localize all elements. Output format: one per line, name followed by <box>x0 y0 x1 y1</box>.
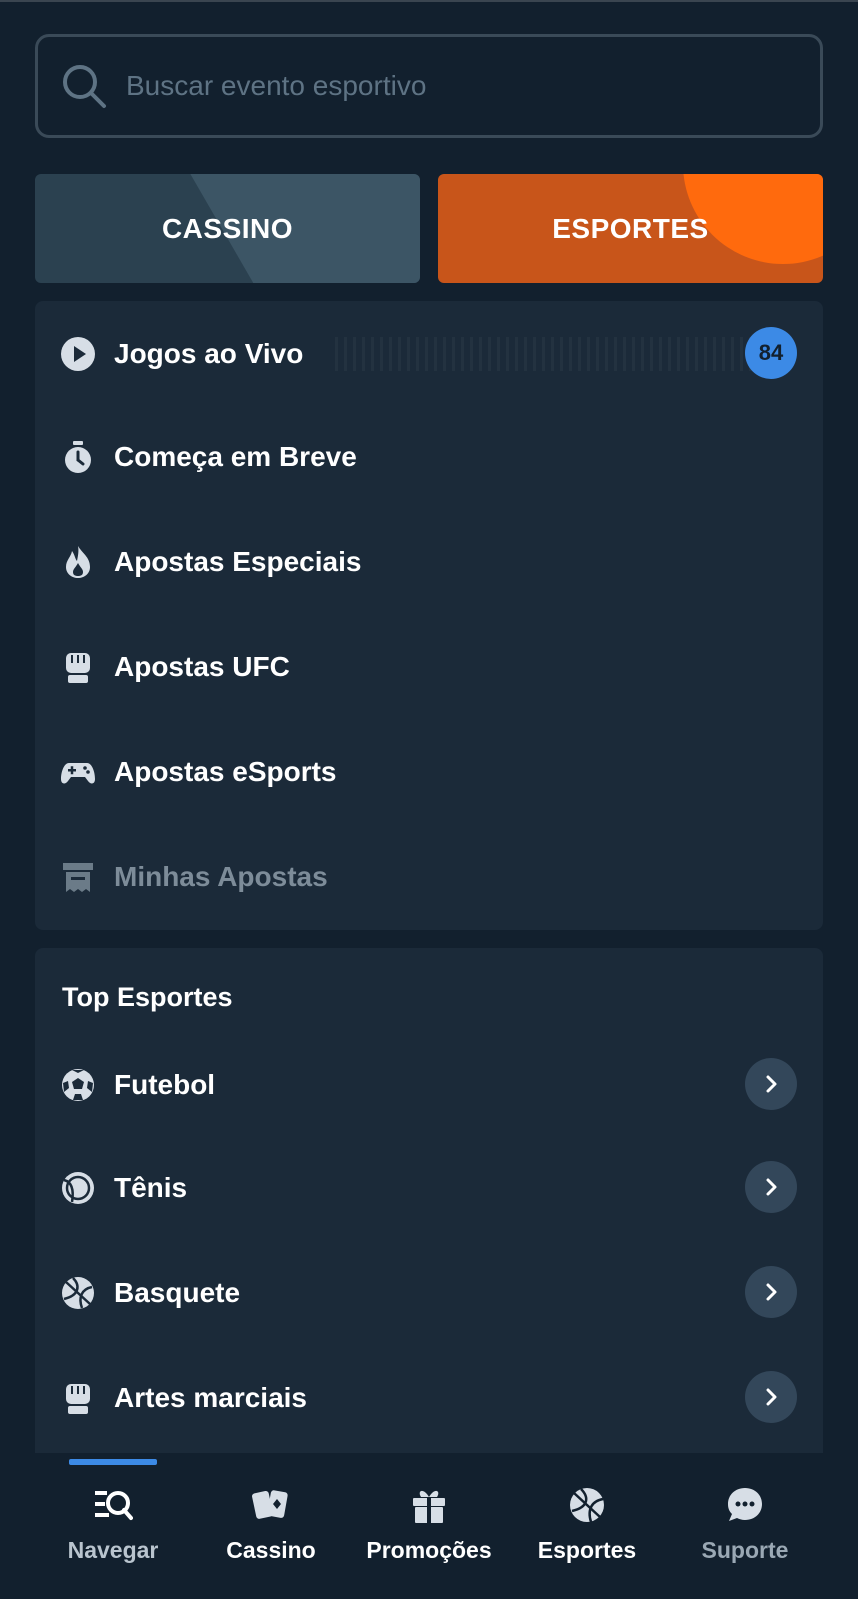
menu-item-label: Apostas eSports <box>114 755 337 787</box>
gamepad-icon <box>60 754 96 790</box>
fist-icon <box>60 1380 96 1416</box>
menu-item-label: Jogos ao Vivo <box>114 337 304 369</box>
nav-cassino[interactable]: Cassino <box>191 1485 351 1585</box>
nav-suporte[interactable]: Suporte <box>665 1485 825 1585</box>
menu-item-apostas-ufc[interactable]: Apostas UFC <box>35 614 823 719</box>
chevron-right-icon[interactable] <box>745 1058 797 1110</box>
menu-item-apostas-esports[interactable]: Apostas eSports <box>35 719 823 824</box>
search-bar[interactable] <box>35 34 823 138</box>
browse-icon <box>95 1491 133 1520</box>
receipt-icon <box>60 859 96 895</box>
bottom-navigation: Navegar Cassino Promoções Esportes Supor… <box>0 1453 858 1599</box>
gift-icon <box>413 1490 445 1523</box>
basketball-icon <box>60 1275 96 1311</box>
tab-cassino[interactable]: CASSINO <box>35 174 420 283</box>
fist-icon <box>60 649 96 685</box>
menu-item-comeca-em-breve[interactable]: Começa em Breve <box>35 404 823 509</box>
tab-cassino-label: CASSINO <box>161 212 294 244</box>
nav-label: Navegar <box>67 1537 159 1563</box>
nav-label: Suporte <box>701 1537 789 1563</box>
soccer-ball-icon <box>60 1067 96 1103</box>
menu-item-jogos-ao-vivo[interactable]: Jogos ao Vivo 84 <box>35 301 823 406</box>
tennis-ball-icon <box>60 1170 96 1206</box>
nav-navegar[interactable]: Navegar <box>33 1485 193 1585</box>
menu-item-label: Apostas UFC <box>114 650 290 682</box>
play-icon <box>60 336 96 372</box>
menu-item-apostas-especiais[interactable]: Apostas Especiais <box>35 509 823 614</box>
menu-item-minhas-apostas[interactable]: Minhas Apostas <box>35 824 823 929</box>
sport-item-basquete[interactable]: Basquete <box>35 1240 823 1345</box>
active-tab-indicator <box>69 1459 157 1465</box>
nav-esportes[interactable]: Esportes <box>507 1485 667 1585</box>
menu-item-label: Apostas Especiais <box>114 545 362 577</box>
sport-item-label: Futebol <box>114 1068 216 1100</box>
flame-icon <box>60 544 96 580</box>
section-title: Top Esportes <box>62 982 233 1012</box>
cards-icon <box>252 1490 288 1519</box>
live-count-badge: 84 <box>745 327 797 379</box>
sport-item-label: Basquete <box>114 1276 241 1308</box>
sport-item-label: Tênis <box>114 1171 188 1203</box>
live-stripes-decoration <box>335 337 765 371</box>
nav-label: Cassino <box>226 1537 316 1563</box>
sport-item-tenis[interactable]: Tênis <box>35 1135 823 1240</box>
chevron-right-icon[interactable] <box>745 1371 797 1423</box>
sport-item-artes-marciais[interactable]: Artes marciais <box>35 1345 823 1450</box>
nav-label: Promoções <box>366 1537 492 1563</box>
tab-esportes-label: ESPORTES <box>552 212 709 244</box>
basketball-icon <box>570 1488 604 1523</box>
nav-promocoes[interactable]: Promoções <box>349 1485 509 1585</box>
tab-esportes[interactable]: ESPORTES <box>438 174 823 283</box>
nav-label: Esportes <box>537 1537 637 1563</box>
top-sports-panel: Top Esportes Futebol Tênis Basquete Arte… <box>35 948 823 1453</box>
sport-item-label: Artes marciais <box>114 1381 308 1413</box>
chevron-right-icon[interactable] <box>745 1266 797 1318</box>
top-border <box>0 0 858 2</box>
search-icon <box>63 65 106 108</box>
sport-item-futebol[interactable]: Futebol <box>35 1032 823 1137</box>
sports-menu-panel: Jogos ao Vivo 84 Começa em Breve Apostas… <box>35 301 823 930</box>
menu-item-label: Minhas Apostas <box>114 860 328 892</box>
chat-bubble-icon <box>728 1488 762 1521</box>
search-input[interactable] <box>126 70 766 102</box>
stopwatch-icon <box>60 439 96 475</box>
menu-item-label: Começa em Breve <box>114 440 357 472</box>
chevron-right-icon[interactable] <box>745 1161 797 1213</box>
